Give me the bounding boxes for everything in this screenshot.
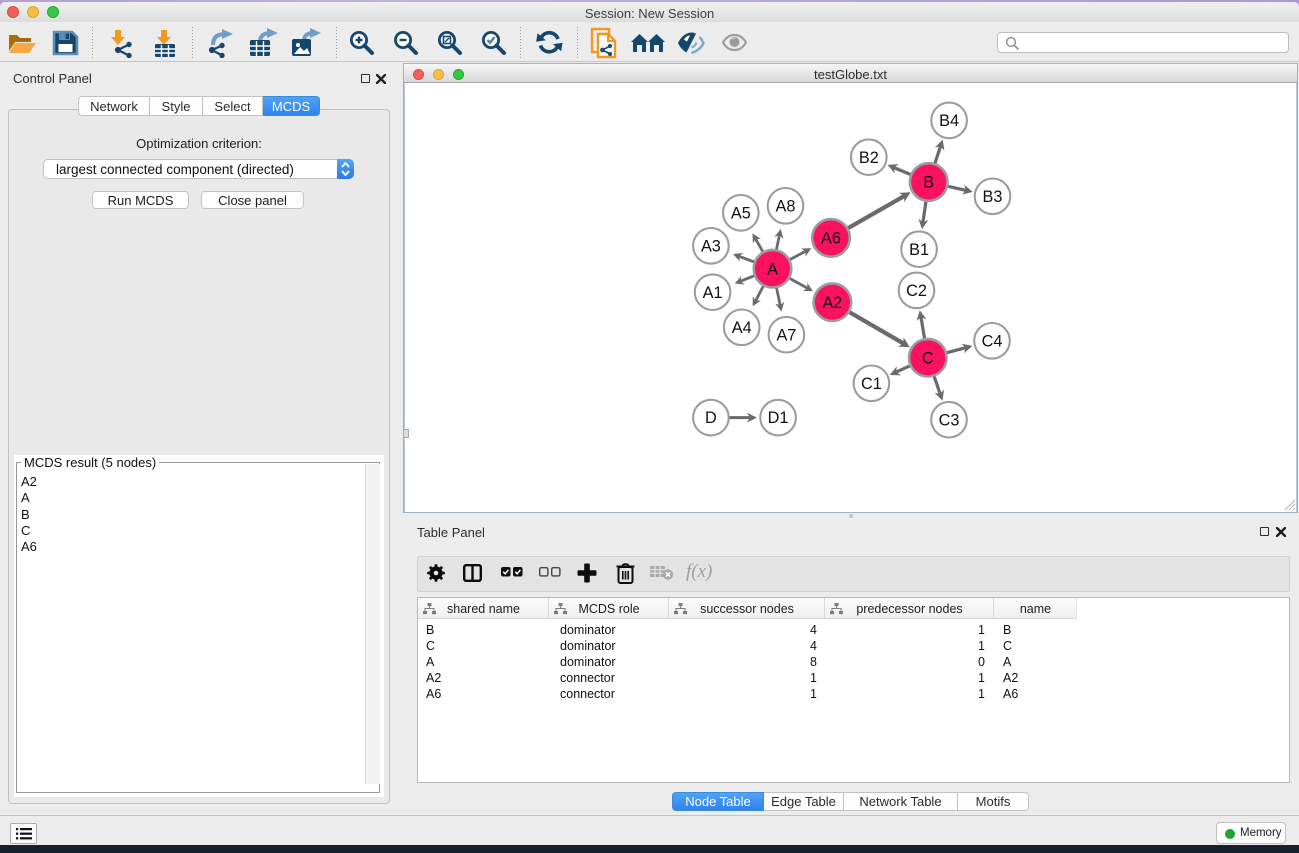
svg-text:A2: A2 — [822, 294, 842, 312]
svg-text:C1: C1 — [861, 375, 882, 393]
svg-text:A4: A4 — [732, 319, 752, 337]
svg-text:C3: C3 — [939, 411, 960, 429]
svg-text:B3: B3 — [983, 188, 1003, 206]
svg-text:D1: D1 — [768, 409, 789, 427]
svg-text:A1: A1 — [703, 284, 723, 302]
svg-text:B4: B4 — [939, 112, 959, 130]
svg-text:C2: C2 — [906, 282, 927, 300]
svg-text:C4: C4 — [982, 332, 1003, 350]
svg-text:D: D — [705, 409, 717, 427]
svg-text:B1: B1 — [909, 241, 929, 259]
svg-text:A: A — [767, 260, 778, 278]
svg-text:C: C — [922, 349, 934, 367]
svg-text:A6: A6 — [821, 230, 841, 248]
svg-text:A3: A3 — [701, 237, 721, 255]
svg-text:A8: A8 — [776, 197, 796, 215]
svg-text:A7: A7 — [776, 326, 796, 344]
svg-text:B2: B2 — [859, 149, 879, 167]
svg-text:B: B — [923, 174, 934, 192]
svg-text:A5: A5 — [731, 204, 751, 222]
